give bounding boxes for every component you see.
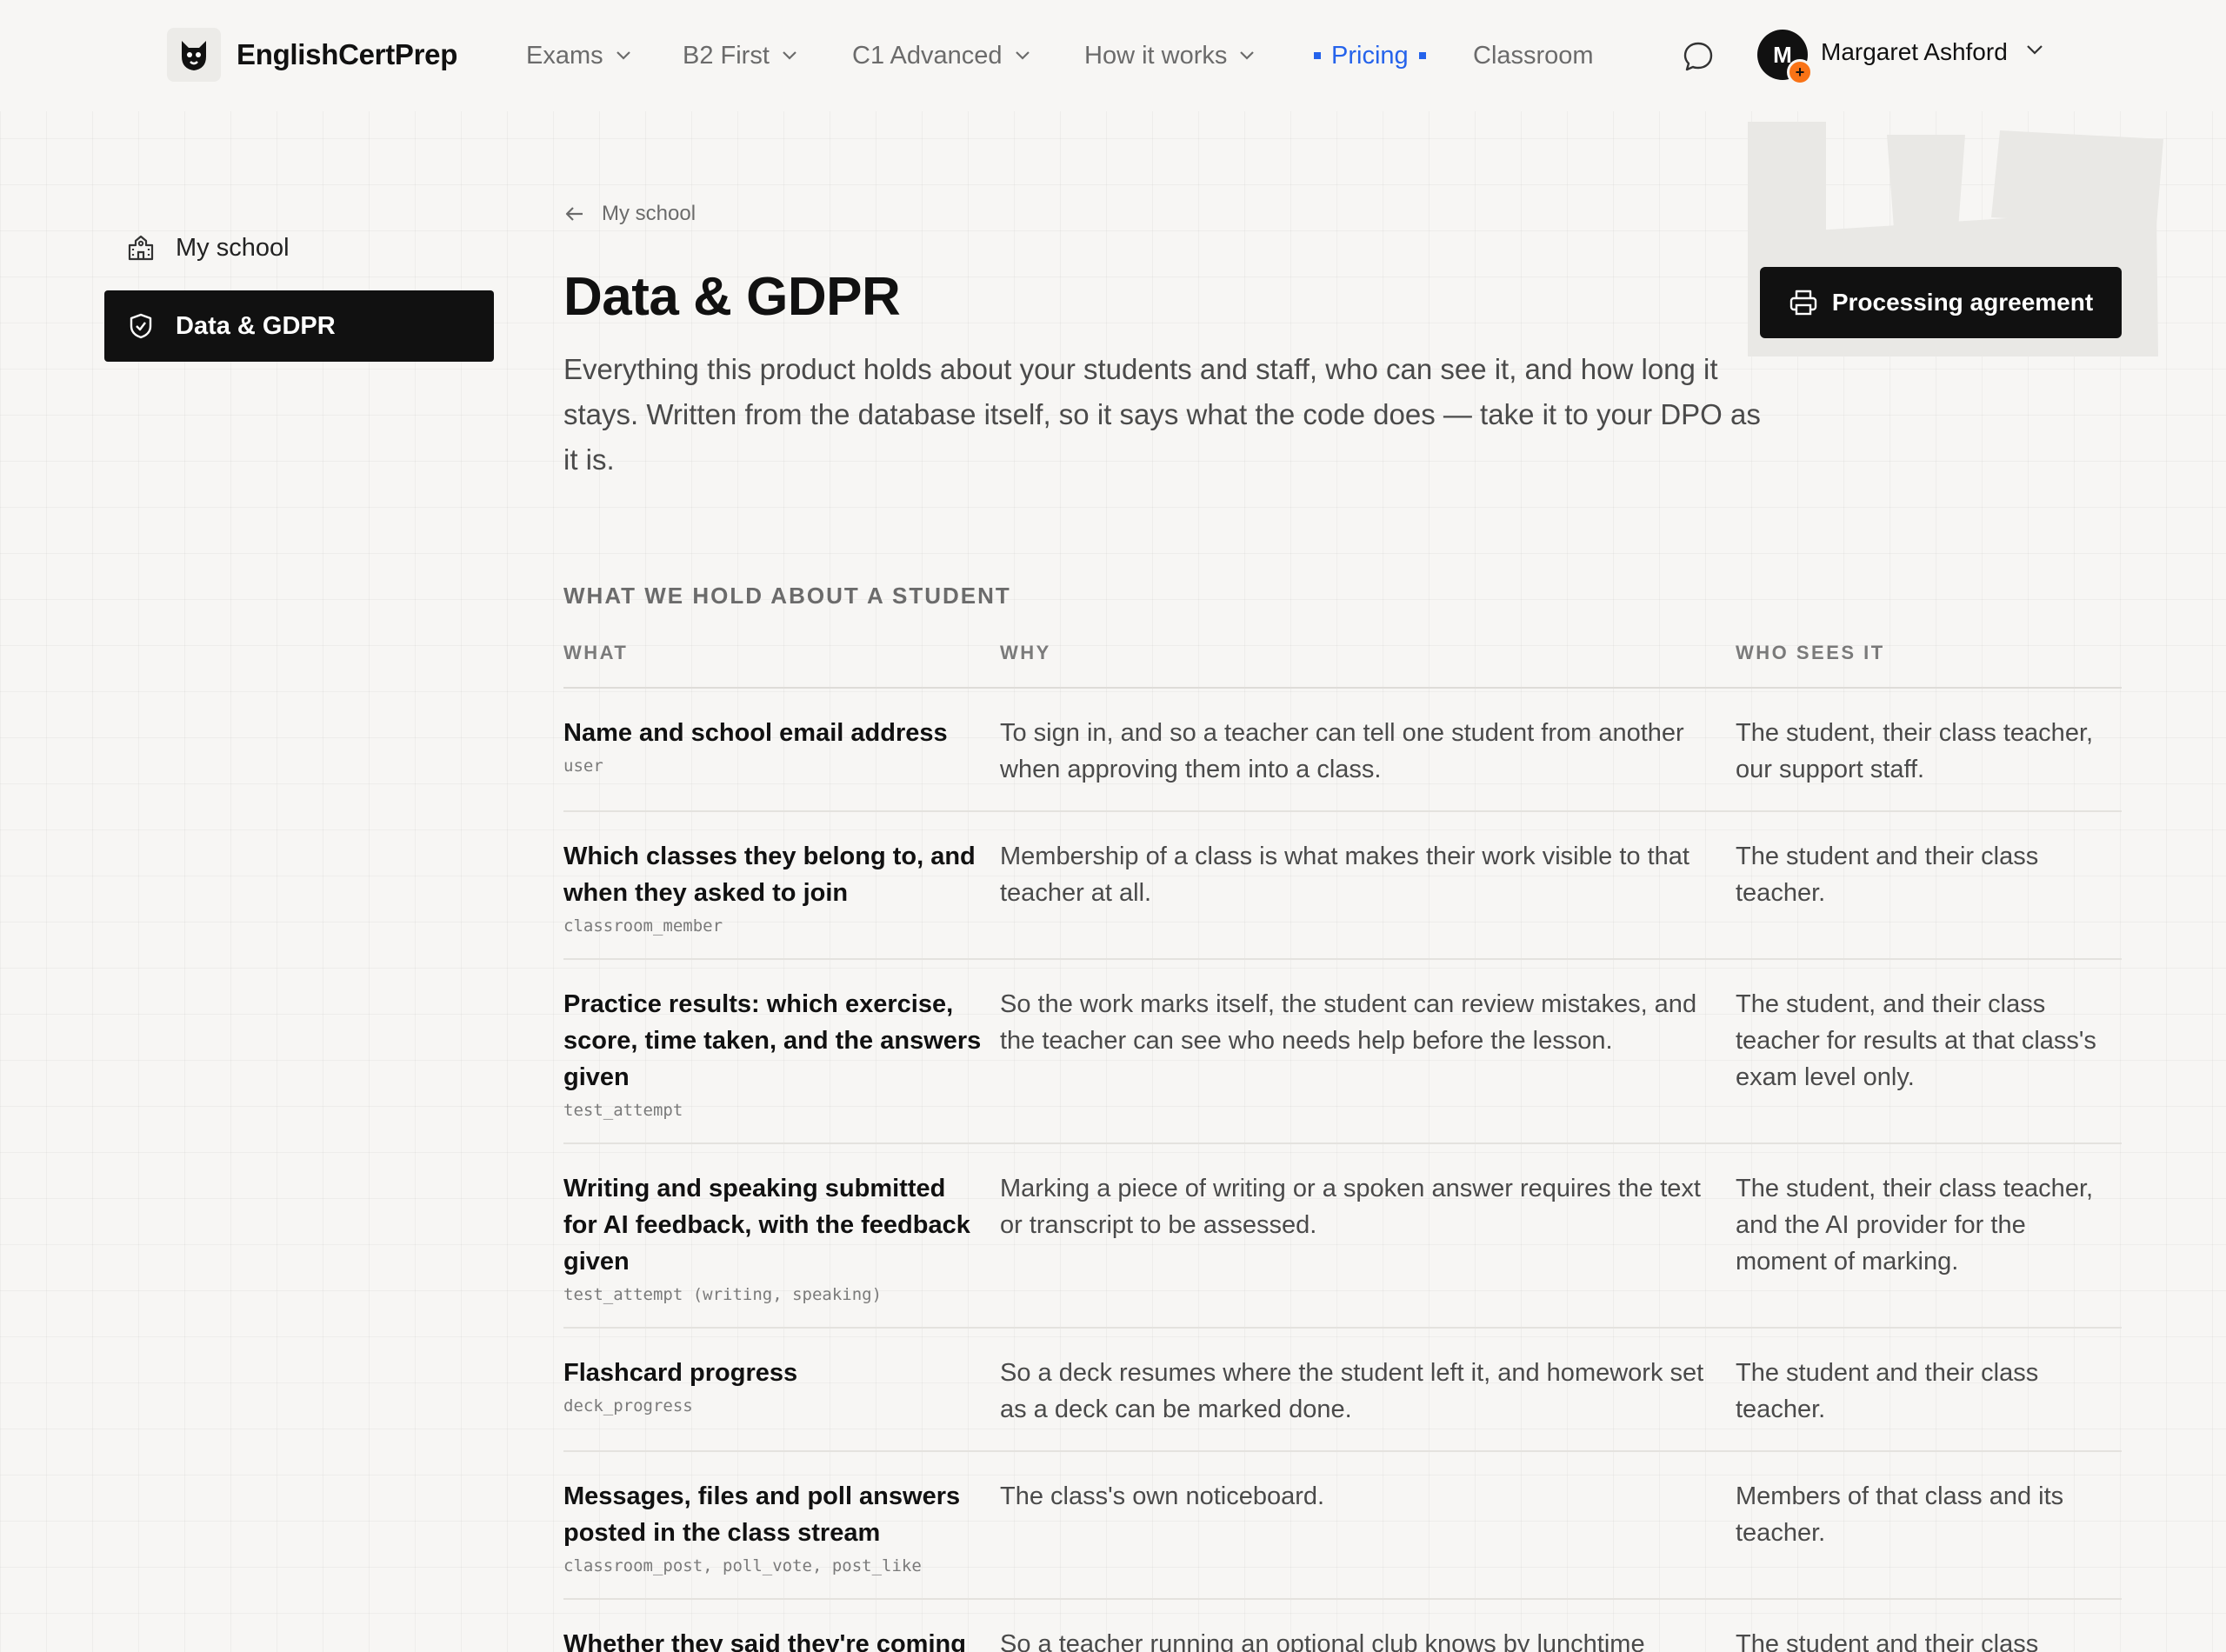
row-table-name: deck_progress [563, 1396, 693, 1416]
column-header-who: WHO SEES IT [1736, 642, 1885, 663]
row-table-name: user [563, 756, 603, 776]
active-marker-icon [1314, 52, 1321, 59]
nav-label: Pricing [1331, 41, 1409, 70]
chevron-down-icon[interactable] [2026, 43, 2043, 60]
table-header: WHAT WHY WHO SEES IT [563, 642, 2122, 689]
chevron-down-icon [1239, 50, 1255, 61]
table-row: Flashcard progress deck_progress So a dec… [563, 1329, 2122, 1452]
breadcrumb-label: My school [602, 202, 696, 225]
row-why: So a deck resumes where the student left… [1000, 1359, 1704, 1423]
nav-exams[interactable]: Exams [526, 35, 631, 77]
nav-b2-first[interactable]: B2 First [683, 35, 797, 77]
chat-bubble-icon[interactable] [1682, 40, 1715, 73]
row-why: Membership of a class is what makes thei… [1000, 843, 1689, 907]
page-intro: Everything this product holds about your… [563, 353, 1761, 476]
row-table-name: classroom_post, poll_vote, post_like [563, 1556, 922, 1575]
table-row: Whether they said they're coming So a te… [563, 1600, 2122, 1652]
row-who: The student, their class teacher, our su… [1736, 719, 2094, 783]
table-row: Writing and speaking submitted for AI fe… [563, 1144, 2122, 1329]
row-what: Flashcard progress [563, 1359, 798, 1387]
arrow-left-icon [563, 203, 586, 225]
nav-label: B2 First [683, 41, 770, 70]
row-what: Whether they said they're coming [563, 1630, 966, 1652]
sidebar: My school Data & GDPR [104, 212, 494, 362]
row-why: To sign in, and so a teacher can tell on… [1000, 719, 1684, 783]
section-heading: WHAT WE HOLD ABOUT A STUDENT [563, 583, 1011, 609]
nav-label: Classroom [1473, 41, 1594, 70]
row-why: So a teacher running an optional club kn… [1000, 1630, 1645, 1652]
nav-classroom[interactable]: Classroom [1473, 35, 1594, 77]
table-row: Messages, files and poll answers posted … [563, 1452, 2122, 1600]
user-avatar[interactable]: M + [1757, 30, 1813, 85]
breadcrumb[interactable]: My school [563, 202, 2122, 226]
user-name[interactable]: Margaret Ashford [1821, 38, 2008, 66]
column-header-why: WHY [1000, 642, 1051, 663]
row-what: Writing and speaking submitted for AI fe… [563, 1175, 970, 1276]
sidebar-item-label: My school [176, 233, 290, 262]
nav-label: C1 Advanced [852, 41, 1003, 70]
sidebar-item-data-gdpr[interactable]: Data & GDPR [104, 290, 494, 362]
row-who: The student and their class teacher. [1736, 843, 2039, 907]
row-table-name: test_attempt (writing, speaking) [563, 1285, 883, 1304]
sidebar-item-my-school[interactable]: My school [104, 212, 494, 283]
row-who: Members of that class and its teacher. [1736, 1482, 2064, 1547]
table-row: Practice results: which exercise, score,… [563, 960, 2122, 1144]
top-navigation-bar: EnglishCertPrep Exams B2 First C1 Advanc… [0, 0, 2226, 111]
row-table-name: classroom_member [563, 916, 723, 936]
row-who: The student and their class [1736, 1630, 2039, 1652]
fox-logo-icon [167, 28, 221, 82]
chevron-down-icon [1015, 50, 1030, 61]
row-who: The student, and their class teacher for… [1736, 990, 2096, 1091]
row-who: The student and their class teacher. [1736, 1359, 2039, 1423]
row-what: Messages, files and poll answers posted … [563, 1482, 961, 1547]
column-header-what: WHAT [563, 642, 629, 663]
data-table: WHAT WHY WHO SEES IT Name and school ema… [563, 642, 2122, 1652]
nav-how-it-works[interactable]: How it works [1084, 35, 1255, 77]
row-why: So the work marks itself, the student ca… [1000, 990, 1697, 1055]
table-row: Name and school email address user To sig… [563, 689, 2122, 812]
row-what: Name and school email address [563, 719, 948, 747]
row-why: Marking a piece of writing or a spoken a… [1000, 1175, 1701, 1239]
chevron-down-icon [782, 50, 797, 61]
shield-check-icon [125, 310, 157, 342]
row-why: The class's own noticeboard. [1000, 1482, 1325, 1510]
sidebar-item-label: Data & GDPR [176, 311, 336, 340]
row-table-name: test_attempt [563, 1101, 683, 1120]
nav-label: Exams [526, 41, 603, 70]
chevron-down-icon [616, 50, 631, 61]
row-what: Practice results: which exercise, score,… [563, 990, 982, 1091]
row-who: The student, their class teacher, and th… [1736, 1175, 2094, 1276]
nav-c1-advanced[interactable]: C1 Advanced [852, 35, 1030, 77]
row-what: Which classes they belong to, and when t… [563, 843, 976, 907]
button-label: Processing agreement [1831, 289, 2094, 316]
processing-agreement-button[interactable]: Processing agreement [1760, 267, 2122, 338]
nav-label: How it works [1084, 41, 1228, 70]
plus-badge-icon: + [1787, 59, 1813, 85]
brand-name: EnglishCertPrep [237, 38, 458, 70]
active-marker-icon [1418, 52, 1426, 59]
school-building-icon [125, 232, 157, 263]
main-content: My school Data & GDPR Everything this pr… [563, 202, 2122, 483]
brand-logo[interactable]: EnglishCertPrep [167, 28, 457, 82]
printer-icon [1789, 288, 1818, 317]
nav-pricing[interactable]: Pricing [1314, 35, 1426, 77]
table-row: Which classes they belong to, and when t… [563, 812, 2122, 960]
